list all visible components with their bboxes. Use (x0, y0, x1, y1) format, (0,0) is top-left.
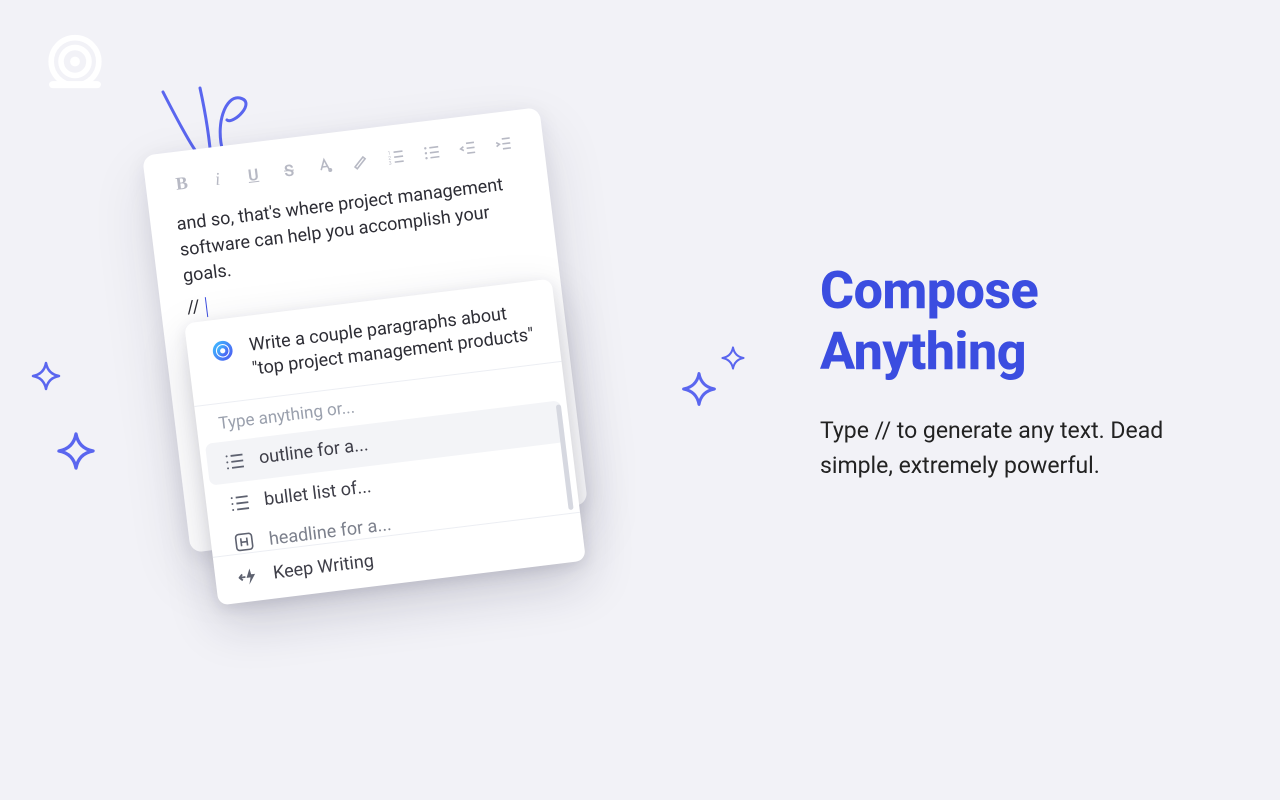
popover-option-label: outline for a... (258, 434, 370, 468)
brand-mini-logo-icon (208, 338, 237, 367)
compose-popover: Write a couple paragraphs about "top pro… (184, 279, 586, 606)
list-icon (227, 491, 252, 516)
popover-footer-label: Keep Writing (272, 550, 375, 583)
marketing-title-line1: Compose (820, 260, 1038, 321)
sparkle-icon (680, 370, 718, 408)
strikethrough-icon[interactable]: S (278, 159, 300, 181)
bolt-icon (236, 564, 261, 589)
sparkle-icon (720, 345, 746, 371)
sparkle-icon (55, 430, 97, 472)
marketing-copy: Compose Anything Type // to generate any… (820, 260, 1210, 484)
underline-icon[interactable]: U (242, 163, 264, 185)
heading-icon (232, 530, 257, 555)
highlight-icon[interactable] (349, 150, 371, 172)
popover-option-label: bullet list of... (263, 476, 373, 510)
ordered-list-icon[interactable]: 123 (385, 146, 407, 168)
marketing-body: Type // to generate any text. Dead simpl… (820, 413, 1210, 484)
svg-text:3: 3 (389, 161, 393, 167)
brand-logo (40, 30, 110, 100)
unordered-list-icon[interactable] (421, 141, 443, 163)
sparkle-icon (30, 360, 62, 392)
indent-icon[interactable] (492, 133, 514, 155)
marketing-title: Compose Anything (820, 260, 1210, 383)
italic-icon[interactable]: i (206, 168, 228, 190)
text-cursor (205, 297, 208, 317)
list-icon (222, 449, 247, 474)
marketing-title-line2: Anything (820, 321, 1026, 382)
outdent-icon[interactable] (456, 137, 478, 159)
font-color-icon[interactable] (314, 155, 336, 177)
bold-icon[interactable]: B (171, 172, 193, 194)
slash-trigger-text: // (186, 296, 206, 319)
